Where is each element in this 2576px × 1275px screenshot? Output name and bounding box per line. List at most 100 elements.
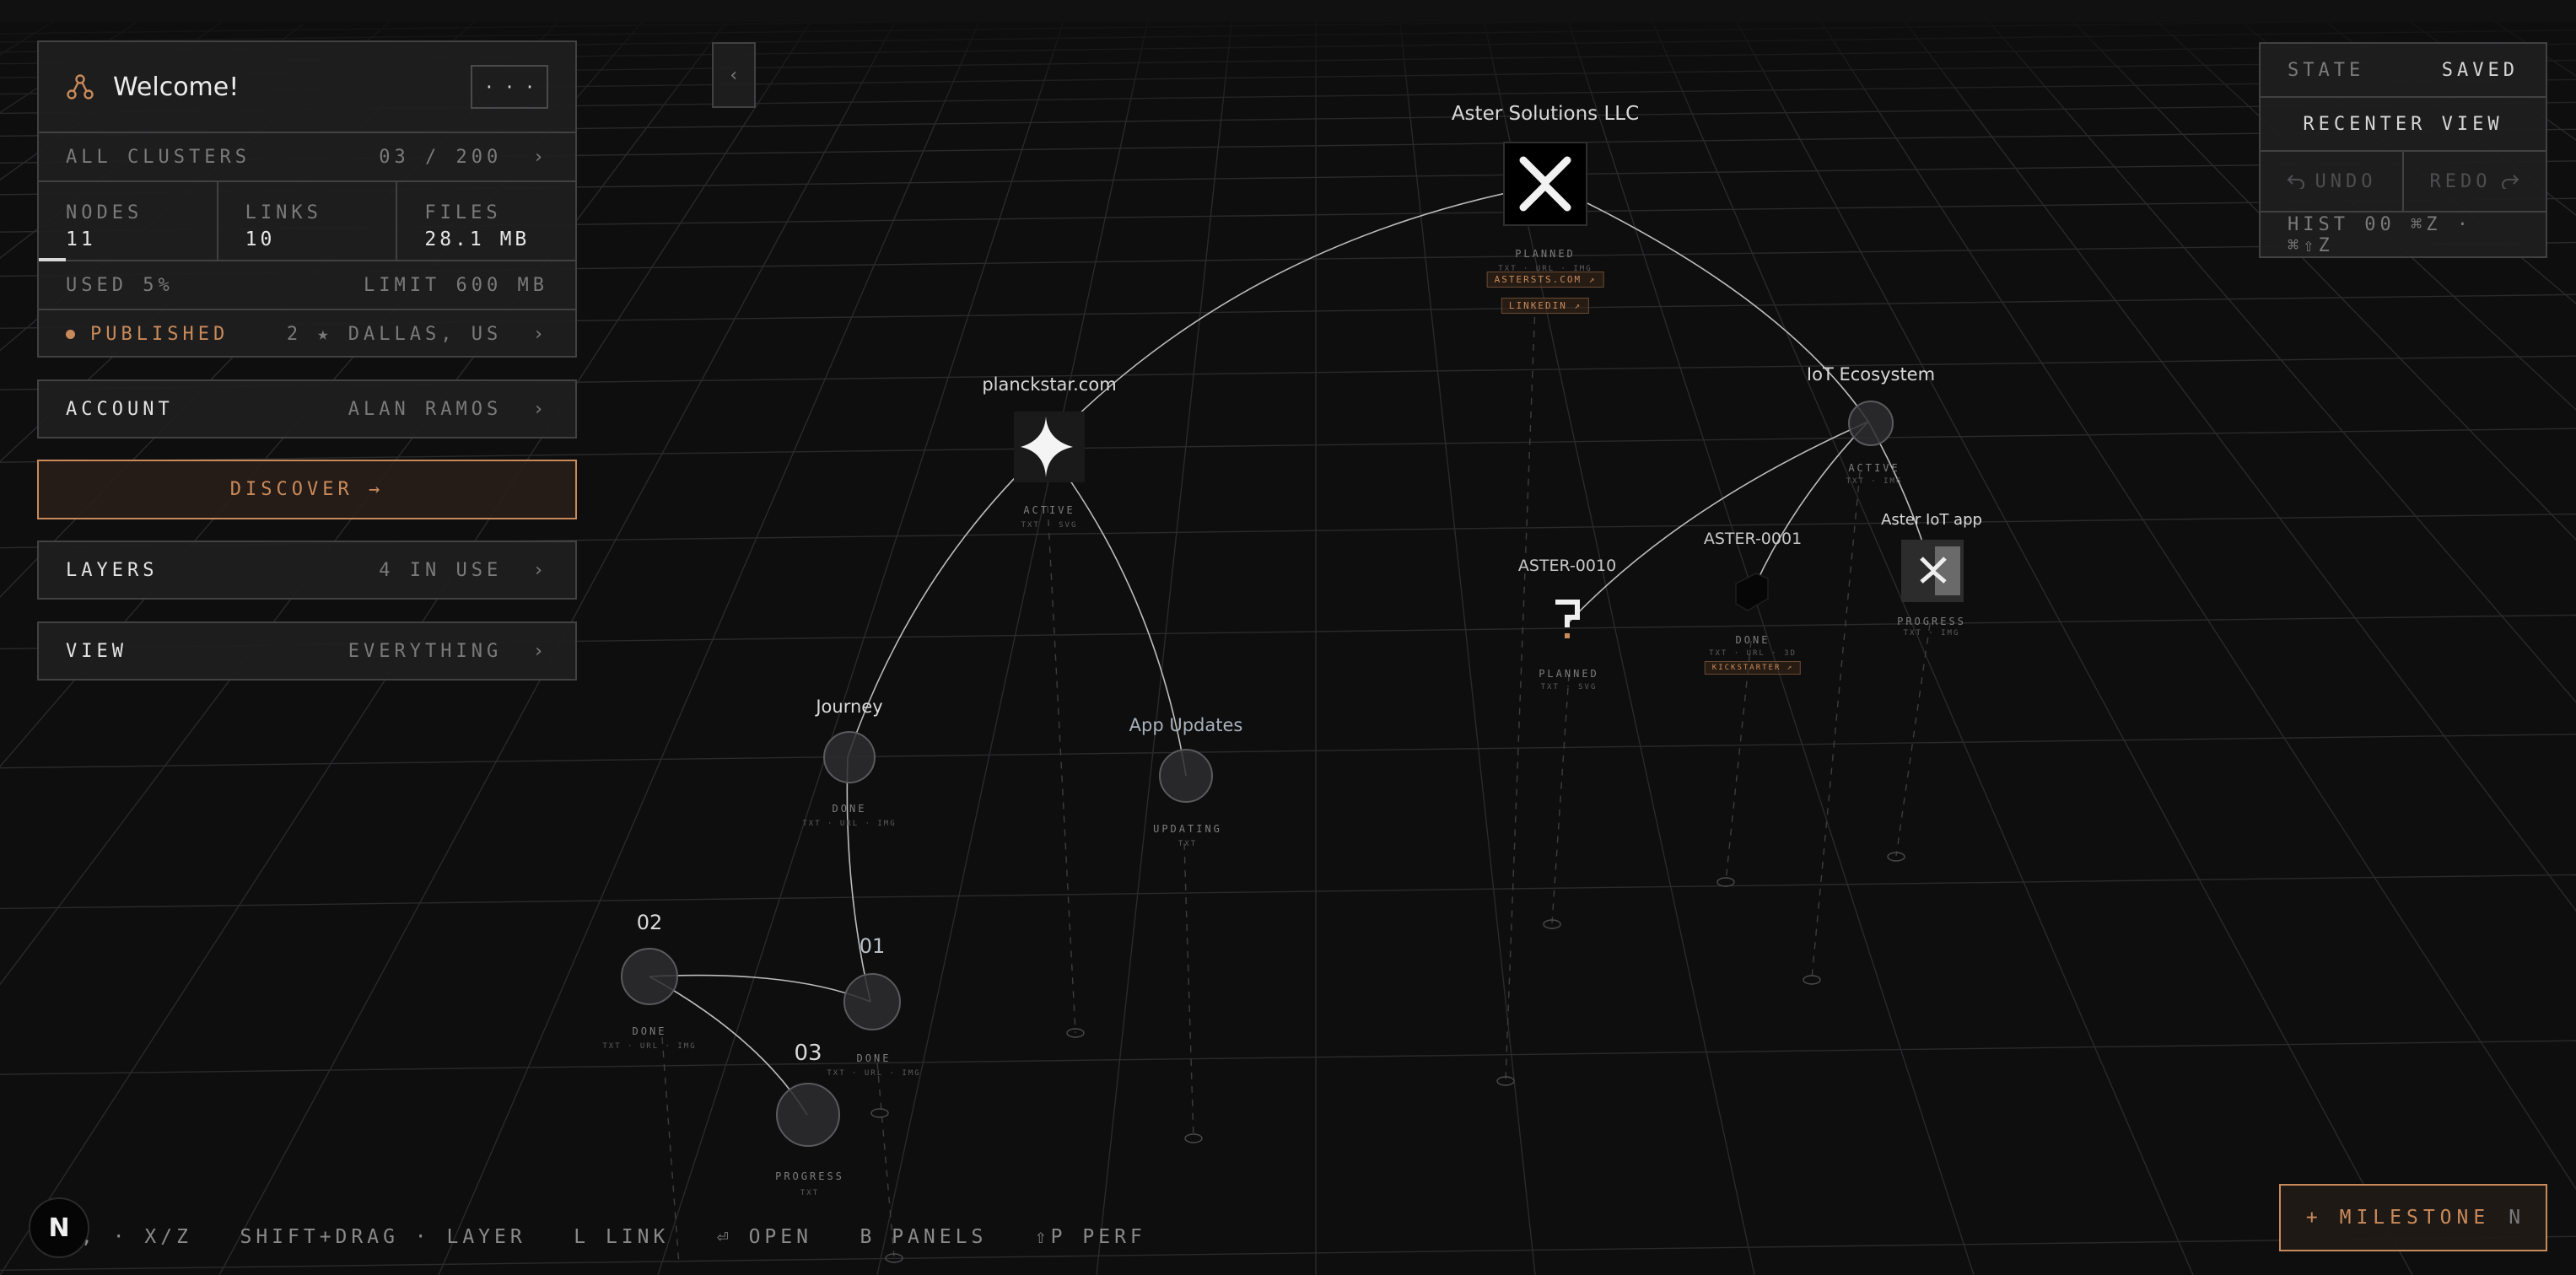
redo-button[interactable]: REDO: [2404, 152, 2546, 211]
chevron-right-icon: ›: [532, 640, 548, 662]
recenter-view-button[interactable]: RECENTER VIEW: [2261, 98, 2546, 150]
more-menu-button[interactable]: · · ·: [471, 65, 548, 109]
limit-label: LIMIT 600 MB: [364, 274, 548, 296]
all-clusters-row[interactable]: ALL CLUSTERS 03 / 200 ›: [39, 133, 575, 180]
sparkle-star-icon: [1021, 417, 1073, 477]
node-label: 02: [636, 911, 663, 934]
view-value: EVERYTHING: [348, 640, 503, 662]
node-meta: TXT · SVG: [1021, 521, 1078, 530]
account-button[interactable]: ACCOUNT ALAN RAMOS ›: [37, 379, 577, 438]
stat-label: LINKS: [245, 202, 322, 223]
layers-button[interactable]: LAYERS 4 IN USE ›: [37, 541, 577, 600]
box-3d-icon: [1735, 573, 1769, 611]
chevron-right-icon: ›: [532, 398, 548, 420]
node-meta: TXT · URL · IMG: [602, 1042, 697, 1051]
node-meta: TXT · SVG: [1540, 683, 1598, 691]
milestone-shortcut: N: [2509, 1207, 2521, 1229]
node-label: 03: [794, 1041, 822, 1066]
node-status: DONE: [856, 1052, 892, 1064]
node-03[interactable]: [776, 1083, 840, 1147]
anchor-points: [870, 852, 1905, 1263]
node-meta: TXT · URL · IMG: [802, 820, 897, 828]
status-meta: 2 ★ DALLAS, US: [286, 323, 503, 345]
node-label: 01: [859, 934, 886, 958]
discover-label: DISCOVER →: [229, 479, 385, 500]
recenter-label: RECENTER VIEW: [2303, 113, 2503, 135]
node-aster-solutions[interactable]: [1503, 142, 1587, 226]
layers-label: LAYERS: [66, 559, 159, 581]
redo-label: REDO: [2429, 170, 2492, 192]
node-01[interactable]: [843, 973, 901, 1030]
keyboard-hints: , · X/Z SHIFT+DRAG · LAYER L LINK ⏎ OPEN…: [81, 1226, 1146, 1248]
chevron-left-icon: ‹: [728, 64, 740, 86]
node-status: DONE: [1735, 634, 1770, 646]
node-meta: TXT · IMG: [1846, 477, 1903, 486]
node-status: PROGRESS: [1897, 616, 1966, 627]
view-button[interactable]: VIEW EVERYTHING ›: [37, 621, 577, 681]
node-status: UPDATING: [1153, 823, 1222, 835]
node-journey[interactable]: [823, 731, 876, 783]
add-milestone-button[interactable]: + MILESTONE N: [2279, 1184, 2547, 1251]
node-status: DONE: [632, 1025, 667, 1037]
x-logo-icon: [1519, 156, 1571, 212]
account-label: ACCOUNT: [66, 398, 174, 420]
node-app-updates[interactable]: [1159, 749, 1213, 803]
question-mark-icon: [1555, 600, 1580, 638]
stat-files: FILES 28.1 MB: [397, 182, 575, 260]
node-meta: TXT: [1178, 840, 1198, 848]
node-label: Aster Solutions LLC: [1451, 103, 1640, 125]
view-label: VIEW: [66, 640, 127, 662]
redo-icon: [2502, 175, 2519, 189]
chevron-right-icon: ›: [532, 323, 548, 345]
node-status: PLANNED: [1515, 248, 1576, 260]
stats-grid: NODES 11 LINKS 10 FILES 28.1 MB: [39, 182, 575, 260]
node-label: ASTER-0010: [1517, 557, 1617, 575]
discover-button[interactable]: DISCOVER →: [37, 460, 577, 519]
node-status: ACTIVE: [1848, 462, 1900, 474]
undo-redo-row: UNDO REDO: [2261, 152, 2546, 211]
stat-value: 11: [66, 229, 96, 250]
link-tag-linkedin[interactable]: LINKEDIN ↗: [1501, 298, 1590, 314]
welcome-panel: Welcome! · · · ALL CLUSTERS 03 / 200 › N…: [37, 40, 577, 358]
logo-letter: N: [48, 1213, 70, 1243]
stat-label: NODES: [66, 202, 143, 223]
node-status: PROGRESS: [775, 1170, 844, 1182]
node-02[interactable]: [621, 948, 678, 1005]
chevron-right-icon: ›: [532, 146, 548, 168]
account-value: ALAN RAMOS: [348, 398, 503, 420]
node-planckstar[interactable]: [1014, 412, 1085, 482]
state-panel: STATE SAVED RECENTER VIEW UNDO REDO HIST…: [2259, 42, 2547, 258]
app-thumbnail-icon: [1901, 540, 1964, 602]
state-value: SAVED: [2441, 59, 2519, 81]
stat-value: 10: [245, 229, 276, 250]
node-status: PLANNED: [1539, 668, 1599, 680]
stat-nodes: NODES 11: [39, 182, 218, 260]
node-meta: TXT · URL · 3D: [1709, 649, 1797, 658]
node-aster-0010[interactable]: [1549, 595, 1587, 643]
node-label: Aster IoT app: [1881, 511, 1982, 529]
status-label: PUBLISHED: [90, 323, 229, 345]
link-tag-website[interactable]: ASTERSTS.COM ↗: [1486, 272, 1604, 288]
link-tag-kickstarter[interactable]: KICKSTARTER ↗: [1704, 661, 1802, 675]
history-row: HIST 00 ⌘Z · ⌘⇧Z: [2261, 212, 2546, 258]
collapse-panel-button[interactable]: ‹: [712, 42, 756, 108]
undo-icon: [2287, 175, 2304, 189]
node-aster-iot-app[interactable]: [1901, 540, 1964, 602]
clusters-label: ALL CLUSTERS: [66, 146, 251, 168]
anchor-lines: [661, 303, 1931, 1266]
history-label: HIST 00 ⌘Z · ⌘⇧Z: [2288, 214, 2472, 256]
chevron-right-icon: ›: [532, 559, 548, 581]
publish-status-row[interactable]: PUBLISHED 2 ★ DALLAS, US ›: [39, 310, 575, 358]
stat-label: FILES: [424, 202, 502, 223]
node-meta: TXT: [800, 1189, 820, 1197]
node-iot-ecosystem[interactable]: [1848, 401, 1894, 446]
node-meta: TXT · IMG: [1903, 629, 1960, 638]
panel-title: Welcome!: [113, 72, 240, 102]
node-aster-0001[interactable]: [1731, 567, 1773, 616]
node-label: planckstar.com: [982, 374, 1117, 395]
node-meta: TXT · URL · IMG: [827, 1069, 921, 1078]
node-status: ACTIVE: [1023, 504, 1075, 516]
node-status: DONE: [832, 803, 867, 815]
undo-button[interactable]: UNDO: [2261, 152, 2404, 211]
state-label: STATE: [2288, 59, 2365, 81]
